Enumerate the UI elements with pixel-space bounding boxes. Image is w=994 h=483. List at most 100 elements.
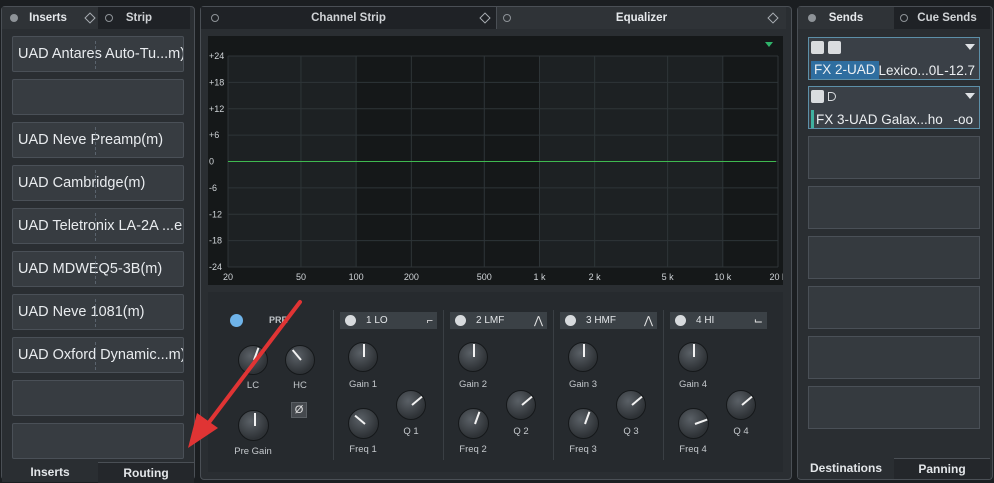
insert-slot[interactable]: UAD MDWEQ5-3B(m): [12, 251, 184, 287]
gain-label: Gain 2: [459, 379, 487, 390]
pre-label: PRE: [269, 315, 288, 325]
send-slot-empty[interactable]: [808, 186, 980, 229]
tab-destinations[interactable]: Destinations: [798, 458, 894, 478]
gain-label: Gain 3: [569, 379, 597, 390]
insert-slot[interactable]: UAD Cambridge(m): [12, 165, 184, 201]
band-header[interactable]: 3 HMF ⋀: [560, 312, 657, 329]
hc-label: HC: [293, 380, 307, 391]
pre-gain-knob[interactable]: [238, 410, 269, 441]
send-slot-1[interactable]: FX 2-UAD Lexico...0L -12.7: [808, 37, 980, 80]
filter-type-icon[interactable]: ⋀: [644, 314, 653, 327]
send-power-icon[interactable]: [811, 90, 824, 103]
insert-slot[interactable]: [12, 423, 184, 459]
freq-knob[interactable]: [348, 408, 379, 439]
send-slot-empty[interactable]: [808, 136, 980, 179]
pre-post-icon[interactable]: [828, 92, 836, 101]
band-power-icon[interactable]: [675, 315, 686, 326]
tab-dot-icon: [808, 14, 816, 22]
gain-knob[interactable]: [348, 342, 378, 372]
eq-marker-icon: [765, 42, 773, 47]
band-power-icon[interactable]: [455, 315, 466, 326]
tab-channel-strip[interactable]: Channel Strip: [201, 7, 496, 29]
q-knob[interactable]: [506, 390, 536, 420]
freq-label: Freq 2: [459, 444, 487, 455]
eq-xlabel: 200: [404, 272, 419, 282]
send-destination: FX 2-UAD: [811, 61, 879, 79]
insert-slot[interactable]: UAD Neve 1081(m): [12, 294, 184, 330]
send-power-icon[interactable]: [811, 41, 824, 54]
send-level: -oo: [953, 111, 973, 127]
half-dot-icon: [105, 14, 113, 22]
send-destination: FX 3-UAD Galax...ho: [816, 111, 943, 127]
eq-xlabel: 10 k: [714, 272, 732, 282]
pre-post-icon[interactable]: [828, 41, 841, 54]
tab-dot-icon: [900, 14, 908, 22]
chevron-down-icon[interactable]: [965, 44, 975, 50]
freq-label: Freq 4: [679, 444, 707, 455]
q-label: Q 4: [733, 426, 749, 437]
eq-xlabel: 5 k: [662, 272, 675, 282]
insert-slot[interactable]: UAD Teletronix LA-2A ...er: [12, 208, 184, 244]
send-slot-empty[interactable]: [808, 286, 980, 329]
eq-xlabel: 50: [296, 272, 306, 282]
gain-knob[interactable]: [568, 342, 598, 372]
eq-ylabel: -12: [209, 209, 222, 219]
tab-equalizer[interactable]: Equalizer: [496, 7, 786, 29]
tab-cue-sends[interactable]: Cue Sends: [894, 7, 990, 29]
q-knob[interactable]: [616, 390, 646, 420]
insert-slot[interactable]: UAD Oxford Dynamic...m): [12, 337, 184, 373]
tab-panning[interactable]: Panning: [894, 458, 990, 479]
send-level-bar[interactable]: FX 3-UAD Galax...ho -oo: [811, 110, 977, 128]
band-divider: [333, 310, 334, 460]
q-label: Q 1: [403, 426, 419, 437]
gain-knob[interactable]: [678, 342, 708, 372]
hc-knob[interactable]: [285, 345, 315, 375]
freq-knob[interactable]: [458, 408, 489, 439]
send-level-bar[interactable]: FX 2-UAD Lexico...0L -12.7: [811, 61, 977, 79]
tab-inserts[interactable]: Inserts: [2, 7, 98, 29]
tab-dot-icon: [503, 14, 511, 22]
insert-slot[interactable]: [12, 380, 184, 416]
chevron-down-icon[interactable]: [965, 93, 975, 99]
filter-type-icon[interactable]: ⌐: [427, 315, 433, 327]
freq-knob[interactable]: [568, 408, 599, 439]
eq-xlabel: 1 k: [533, 272, 546, 282]
tab-inserts-bottom[interactable]: Inserts: [2, 462, 98, 482]
send-level: -12.7: [944, 62, 975, 78]
send-slot-empty[interactable]: [808, 386, 980, 429]
freq-knob[interactable]: [678, 408, 709, 439]
lc-label: LC: [246, 380, 260, 391]
eq-xlabel: 20: [223, 272, 233, 282]
band-header[interactable]: 2 LMF ⋀: [450, 312, 547, 329]
lc-knob[interactable]: [238, 345, 268, 375]
eq-ylabel: -24: [209, 262, 222, 272]
filter-type-icon[interactable]: ⋀: [534, 314, 543, 327]
pre-power-button[interactable]: [230, 314, 243, 327]
q-knob[interactable]: [396, 390, 426, 420]
send-slot-empty[interactable]: [808, 336, 980, 379]
gain-label: Gain 1: [349, 379, 377, 390]
eq-ylabel: -18: [209, 236, 222, 246]
eq-graph[interactable]: +24 +18 +12 +6 0 -6 -12 -18 -24 20 50 100 200 500 1 k 2…: [208, 36, 783, 285]
insert-slot[interactable]: UAD Neve Preamp(m): [12, 122, 184, 158]
eq-graph-canvas: +24 +18 +12 +6 0 -6 -12 -18 -2420 50 100 200 500 1 k 2…: [209, 42, 783, 282]
send-slot-2[interactable]: FX 3-UAD Galax...ho -oo: [808, 86, 980, 129]
band-power-icon[interactable]: [345, 315, 356, 326]
band-power-icon[interactable]: [565, 315, 576, 326]
band-header[interactable]: 1 LO ⌐: [340, 312, 437, 329]
insert-slot[interactable]: UAD Antares Auto-Tu...m): [12, 36, 184, 72]
band-divider: [443, 310, 444, 460]
tab-strip[interactable]: Strip: [98, 7, 190, 29]
phase-invert-button[interactable]: Ø: [291, 402, 307, 418]
insert-slot[interactable]: [12, 79, 184, 115]
q-knob[interactable]: [726, 390, 756, 420]
send-slot-empty[interactable]: [808, 236, 980, 279]
band-header[interactable]: 4 HI ⌙: [670, 312, 767, 329]
gain-knob[interactable]: [458, 342, 488, 372]
filter-type-icon[interactable]: ⌙: [754, 314, 763, 327]
freq-label: Freq 1: [349, 444, 377, 455]
band-divider: [553, 310, 554, 460]
q-label: Q 3: [623, 426, 639, 437]
tab-sends[interactable]: Sends: [798, 7, 894, 29]
eq-xlabel: 2 k: [589, 272, 602, 282]
